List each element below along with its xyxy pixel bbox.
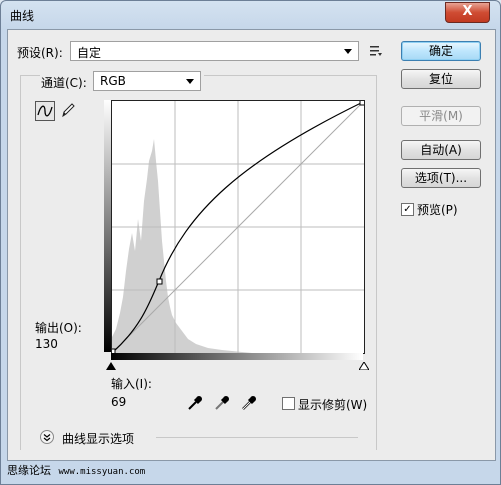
curve-graph[interactable] xyxy=(109,99,366,355)
output-label: 输出(O): xyxy=(35,321,82,335)
gray-eyedropper-icon[interactable] xyxy=(213,394,231,412)
ok-button[interactable]: 确定 xyxy=(401,41,481,61)
group-border xyxy=(376,75,377,450)
curve-display-options-label[interactable]: 曲线显示选项 xyxy=(62,430,134,447)
input-gradient-bar xyxy=(111,353,363,360)
pencil-tool-button[interactable] xyxy=(59,101,79,121)
show-clipping-checkbox[interactable] xyxy=(282,397,295,410)
curve-graph-canvas xyxy=(109,99,366,355)
white-eyedropper-icon[interactable] xyxy=(240,394,258,412)
title-bar[interactable]: 曲线 X xyxy=(1,1,500,29)
black-eyedropper-icon[interactable] xyxy=(186,394,204,412)
preset-label: 预设(R): xyxy=(17,46,63,60)
dialog-body: 预设(R): 自定 通道(C): RGB 输出(O): 130 输入(I): 6… xyxy=(7,29,496,461)
chevron-down-icon xyxy=(344,49,352,54)
curve-control-point[interactable] xyxy=(156,278,163,285)
channel-value: RGB xyxy=(100,74,126,88)
preset-dropdown[interactable]: 自定 xyxy=(70,41,359,61)
watermark-url: www.missyuan.com xyxy=(58,467,146,477)
curves-dialog: 曲线 X 预设(R): 自定 通道(C): RGB 输出(O): 130 输入(… xyxy=(0,0,501,485)
expand-chevron-icon[interactable] xyxy=(40,430,54,444)
channel-dropdown[interactable]: RGB xyxy=(93,71,201,91)
group-border xyxy=(20,75,40,76)
preview-label: 预览(P) xyxy=(417,203,458,217)
pencil-tool-icon xyxy=(62,103,75,118)
preset-menu-icon[interactable] xyxy=(369,44,383,58)
curve-point-tool-icon xyxy=(37,105,53,117)
show-clipping-label: 显示修剪(W) xyxy=(298,398,368,412)
curve-control-point[interactable] xyxy=(359,99,366,106)
smooth-button[interactable]: 平滑(M) xyxy=(401,106,481,126)
preview-checkbox[interactable]: ✓ xyxy=(401,203,414,216)
group-border xyxy=(204,75,376,76)
auto-button[interactable]: 自动(A) xyxy=(401,140,481,160)
histogram xyxy=(112,139,252,353)
close-button[interactable]: X xyxy=(445,2,490,23)
section-divider xyxy=(156,437,358,438)
watermark-site-name: 思缘论坛 xyxy=(7,464,51,477)
channel-label: 通道(C): xyxy=(41,76,87,90)
group-border xyxy=(20,75,21,450)
input-label: 输入(I): xyxy=(111,377,152,391)
black-point-slider[interactable] xyxy=(106,362,116,370)
output-value[interactable]: 130 xyxy=(35,337,58,351)
curve-point-tool-button[interactable] xyxy=(35,101,55,121)
reset-button[interactable]: 复位 xyxy=(401,69,481,89)
white-point-slider[interactable] xyxy=(359,362,369,370)
window-title: 曲线 xyxy=(10,9,35,23)
chevron-down-icon xyxy=(186,79,194,84)
input-value[interactable]: 69 xyxy=(111,395,126,409)
watermark: 思缘论坛 www.missyuan.com xyxy=(7,462,177,480)
output-gradient-bar xyxy=(104,100,111,352)
preset-value: 自定 xyxy=(77,46,102,60)
options-button[interactable]: 选项(T)... xyxy=(401,168,481,188)
